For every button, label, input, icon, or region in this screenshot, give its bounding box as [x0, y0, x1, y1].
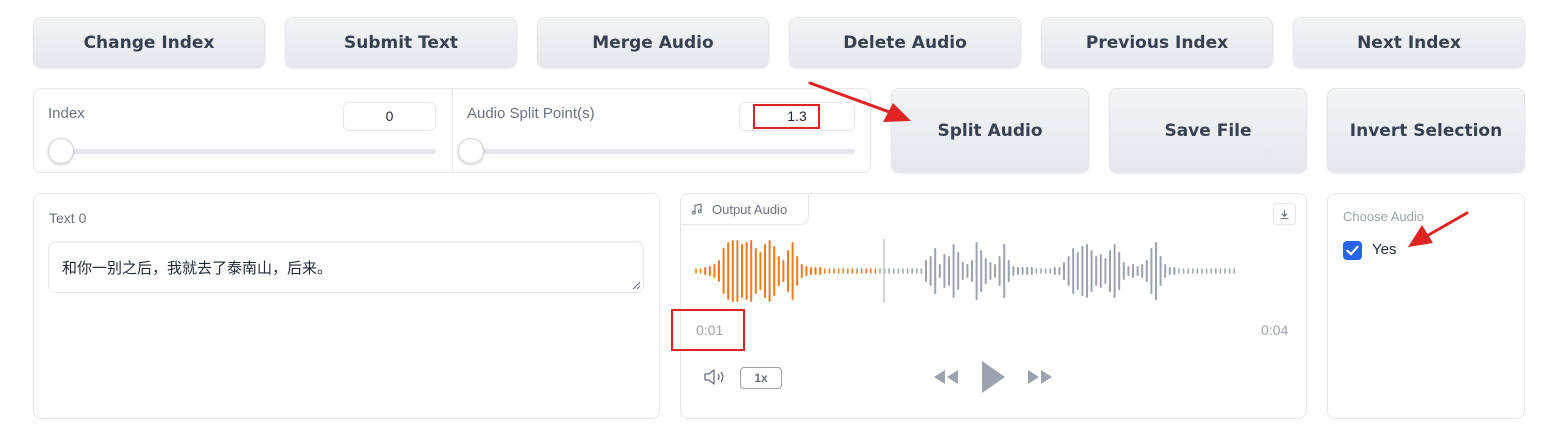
audio-label-tab: Output Audio — [681, 194, 809, 225]
play-icon[interactable] — [979, 359, 1007, 395]
change-index-button[interactable]: Change Index — [33, 17, 265, 68]
next-index-button[interactable]: Next Index — [1293, 17, 1525, 68]
split-point-label: Audio Split Point(s) — [467, 105, 595, 122]
split-point-slider-track[interactable] — [457, 138, 855, 164]
index-number-input[interactable]: 0 — [343, 102, 436, 131]
merge-audio-button[interactable]: Merge Audio — [537, 17, 769, 68]
skip-backward-icon[interactable] — [932, 367, 960, 387]
save-file-button[interactable]: Save File — [1109, 88, 1307, 173]
index-slider-track[interactable] — [48, 138, 436, 164]
duration-time: 0:04 — [1261, 322, 1289, 338]
audio-label: Output Audio — [712, 201, 788, 217]
index-slider-thumb[interactable] — [48, 138, 74, 164]
music-note-icon — [691, 203, 702, 215]
split-audio-button[interactable]: Split Audio — [891, 88, 1089, 173]
annotation-box-current-time — [671, 309, 745, 351]
yes-option-label[interactable]: Yes — [1372, 241, 1396, 258]
resize-grip-icon[interactable] — [632, 281, 641, 290]
playback-speed-button[interactable]: 1x — [740, 367, 782, 389]
checkmark-icon — [1346, 245, 1359, 256]
previous-index-button[interactable]: Previous Index — [1041, 17, 1273, 68]
annotation-arrow-yes — [1408, 211, 1469, 247]
skip-forward-icon[interactable] — [1026, 367, 1054, 387]
submit-text-button[interactable]: Submit Text — [285, 17, 517, 68]
invert-selection-button[interactable]: Invert Selection — [1327, 88, 1525, 173]
text-input[interactable]: 和你一别之后，我就去了泰南山，后来。 — [48, 241, 644, 293]
text-input-value: 和你一别之后，我就去了泰南山，后来。 — [62, 259, 333, 277]
download-icon[interactable] — [1273, 203, 1296, 225]
slider-divider — [452, 89, 453, 172]
volume-icon[interactable] — [703, 367, 729, 387]
text-label: Text 0 — [49, 210, 87, 226]
index-label: Index — [48, 105, 85, 122]
annotation-arrow-split — [808, 81, 911, 122]
waveform[interactable] — [690, 235, 1295, 307]
split-point-slider-thumb[interactable] — [457, 138, 484, 164]
yes-checkbox[interactable] — [1343, 241, 1362, 260]
delete-audio-button[interactable]: Delete Audio — [789, 17, 1021, 68]
text-panel — [33, 193, 660, 419]
